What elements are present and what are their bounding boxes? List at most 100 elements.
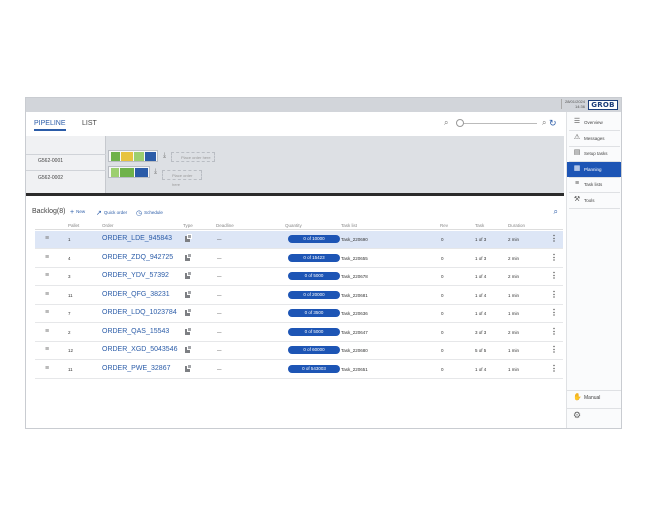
- more-options-icon[interactable]: ⋮: [550, 327, 558, 336]
- order-drop-zone[interactable]: Place order here: [162, 170, 202, 187]
- pallet-cell: 11: [68, 366, 73, 372]
- order-type-icon: [185, 289, 192, 298]
- order-type-icon: [185, 345, 192, 353]
- task-cell: 1 of 3: [475, 255, 487, 261]
- date-time: 28/01/2024 14:36: [560, 99, 585, 109]
- zoom-slider[interactable]: [459, 123, 537, 124]
- pallet-cell: 1: [68, 237, 71, 242]
- quick-order-button[interactable]: ↗ Quick order: [96, 209, 127, 217]
- zoom-in-icon[interactable]: ⌕: [542, 118, 546, 128]
- more-options-icon[interactable]: ⋮: [550, 253, 558, 262]
- column-header-deadline: Deadline: [216, 223, 234, 228]
- lane-id: G562-0001: [38, 158, 64, 164]
- zoom-slider-handle[interactable]: [456, 119, 464, 127]
- more-options-icon[interactable]: ⋮: [550, 290, 558, 299]
- order-link[interactable]: ORDER_LDQ_1023784: [102, 309, 177, 316]
- order-segment: [111, 152, 120, 161]
- table-row[interactable]: ≡ 2 ORDER_QAS_15543 — 0 of 5000 Task_220647 0 3…: [35, 324, 563, 342]
- manual-mode-button[interactable]: ✋ Manual: [567, 390, 621, 404]
- refresh-icon[interactable]: ↻: [549, 118, 557, 129]
- table-row[interactable]: ≡ 3 ORDER_YDV_57392 — 0 of 5000 Task_220678 0 1…: [35, 268, 563, 286]
- rev-cell: 0: [441, 237, 444, 242]
- order-link[interactable]: ORDER_YDV_57392: [102, 272, 169, 279]
- order-link[interactable]: ORDER_PWE_32867: [102, 365, 170, 372]
- duration-cell: 1 min: [508, 348, 520, 353]
- drag-handle-icon[interactable]: ≡: [45, 346, 49, 353]
- deadline-cell: —: [217, 311, 222, 316]
- grob-logo: GROB: [588, 100, 618, 110]
- zoom-out-icon[interactable]: ⌕: [444, 118, 448, 128]
- time-text: 14:36: [574, 104, 585, 109]
- backlog-title: Backlog(8): [32, 208, 66, 215]
- more-options-icon[interactable]: ⋮: [550, 234, 558, 243]
- main-area: PIPELINE LIST ⌕ ⌕ ↻ G562-0001 G562-0002 …: [26, 112, 566, 428]
- tab-pipeline[interactable]: PIPELINE: [34, 120, 66, 131]
- plus-icon: +: [70, 209, 75, 216]
- order-link[interactable]: ORDER_ZDQ_942725: [102, 254, 173, 261]
- column-header-rev: Rev: [440, 223, 449, 228]
- search-icon[interactable]: ⌕: [554, 207, 558, 217]
- order-link[interactable]: ORDER_QAS_15543: [102, 328, 169, 335]
- pipeline-order-block[interactable]: [108, 150, 158, 162]
- column-header-quantity: Quantity: [285, 223, 302, 228]
- sidebar-item-task-lists[interactable]: ≡ Task lists: [567, 177, 621, 192]
- sidebar-item-overview[interactable]: ☰ Overview: [567, 115, 621, 130]
- pallet-cell: 2: [68, 329, 71, 335]
- table-row[interactable]: ≡ 7 ORDER_LDQ_1023784 — 0 of 3500 Task_220636…: [35, 305, 563, 323]
- more-options-icon[interactable]: ⋮: [550, 364, 558, 373]
- table-row[interactable]: ≡ 4 ORDER_ZDQ_942725 — 0 of 15423 Task_220655…: [35, 250, 563, 268]
- drag-handle-icon[interactable]: ≡: [45, 291, 49, 298]
- order-link[interactable]: ORDER_QFG_38231: [102, 291, 170, 298]
- drag-handle-icon[interactable]: ≡: [45, 309, 49, 316]
- more-options-icon[interactable]: ⋮: [550, 271, 558, 280]
- drag-handle-icon[interactable]: ≡: [45, 254, 49, 261]
- deadline-cell: —: [217, 237, 222, 242]
- pallet-cell: 3: [68, 274, 71, 279]
- planning-icon: ▦: [573, 164, 581, 172]
- task-list-cell: Task_220655: [341, 255, 368, 261]
- sidebar-item-tools[interactable]: ⚒ Tools: [567, 193, 621, 208]
- new-button[interactable]: + New: [70, 209, 85, 216]
- sidebar-item-planning[interactable]: ▦ Planning: [567, 161, 621, 177]
- sidebar-item-label: Messages: [584, 135, 605, 141]
- table-row[interactable]: ≡ 11 ORDER_QFG_38231 — 0 of 20000 Task_220681…: [35, 287, 563, 305]
- drag-handle-icon[interactable]: ≡: [45, 272, 49, 279]
- more-options-icon[interactable]: ⋮: [550, 308, 558, 317]
- deadline-cell: —: [217, 329, 222, 335]
- download-icon[interactable]: ⤓: [163, 152, 166, 160]
- rev-cell: 0: [441, 292, 444, 298]
- drag-handle-icon[interactable]: ≡: [45, 328, 49, 335]
- pipeline-order-block[interactable]: [108, 166, 150, 178]
- table-row[interactable]: ≡ 11 ORDER_PWE_32867 — 0 of 543003 Task_22065…: [35, 361, 563, 379]
- order-link[interactable]: ORDER_LDE_945843: [102, 235, 172, 242]
- sidebar-item-label: Setup tasks: [584, 151, 608, 156]
- task-cell: 5 of 5: [475, 348, 487, 353]
- order-segment: [134, 152, 144, 161]
- lane-divider: [26, 170, 106, 171]
- quantity-badge: 0 of 20000: [288, 290, 340, 299]
- pipeline-view: G562-0001 G562-0002 ⤓ Place order here ⤓…: [26, 136, 564, 196]
- nav-divider: [569, 207, 620, 209]
- table-row[interactable]: ≡ 12 ORDER_XGD_5043546 — 0 of 60000 Task_2206…: [35, 342, 563, 360]
- settings-button[interactable]: ⚙: [567, 408, 621, 422]
- tab-list[interactable]: LIST: [82, 120, 97, 129]
- column-header-task-list: Task list: [341, 223, 358, 228]
- table-row[interactable]: ≡ 1 ORDER_LDE_945843 — 0 of 10000 Task_220690…: [35, 231, 563, 249]
- more-options-icon[interactable]: ⋮: [550, 345, 558, 354]
- schedule-label: Schedule: [144, 210, 163, 215]
- hand-icon: ✋: [573, 394, 582, 401]
- order-type-icon: [185, 252, 192, 261]
- order-link[interactable]: ORDER_XGD_5043546: [102, 346, 178, 353]
- schedule-button[interactable]: ◷ Schedule: [136, 209, 163, 217]
- drag-handle-icon[interactable]: ≡: [45, 365, 49, 372]
- order-drop-zone[interactable]: Place order here: [171, 152, 215, 162]
- download-icon[interactable]: ⤓: [154, 168, 157, 176]
- drag-handle-icon[interactable]: ≡: [45, 235, 49, 242]
- top-bar: 28/01/2024 14:36 GROB: [26, 98, 621, 112]
- sidebar-item-messages[interactable]: ⚠ Messages: [567, 131, 621, 146]
- sidebar-item-setup-tasks[interactable]: ▤ Setup tasks: [567, 146, 621, 161]
- rev-cell: 0: [441, 255, 444, 261]
- duration-cell: 1 min: [508, 311, 520, 316]
- column-header-duration: Duration: [508, 223, 526, 228]
- sidebar-nav: ☰ Overview ⚠ Messages ▤ Setup tasks ▦ Planning ≡…: [566, 112, 621, 428]
